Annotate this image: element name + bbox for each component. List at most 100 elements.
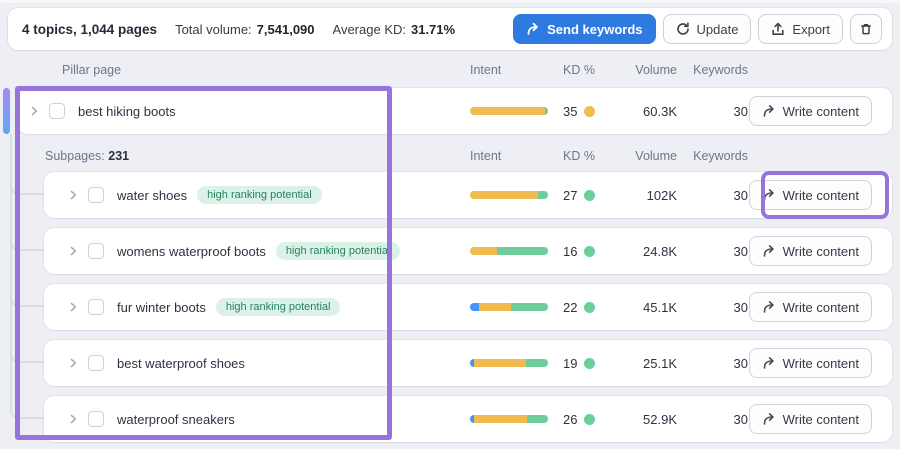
row-checkbox[interactable]: [88, 243, 104, 259]
subpages-header-band: Subpages: 231 Intent KD % Volume Keyword…: [8, 142, 892, 170]
table-row[interactable]: fur winter boots high ranking potential …: [44, 284, 892, 330]
subpages-count: 231: [108, 149, 129, 163]
topic-name: water shoes: [117, 188, 187, 203]
col-header-kd: KD %: [563, 63, 615, 77]
keywords-value: 30: [677, 412, 748, 427]
col-header-intent: Intent: [470, 149, 563, 163]
tree-connector-branch: [10, 233, 44, 251]
keywords-value: 30: [677, 188, 748, 203]
col-header-keywords: Keywords: [677, 149, 748, 163]
intent-bar: [470, 415, 548, 423]
volume-value: 45.1K: [615, 300, 677, 315]
keywords-value: 30: [677, 244, 748, 259]
write-content-button[interactable]: Write content: [749, 404, 872, 434]
send-keywords-button[interactable]: Send keywords: [513, 14, 655, 44]
update-button[interactable]: Update: [663, 14, 752, 44]
col-header-kd: KD %: [563, 149, 615, 163]
chevron-right-icon[interactable]: [26, 105, 42, 117]
subpages-label: Subpages: 231: [8, 149, 470, 163]
topic-name: best waterproof shoes: [117, 356, 245, 371]
write-arrow-icon: [762, 244, 776, 258]
table-row[interactable]: womens waterproof boots high ranking pot…: [44, 228, 892, 274]
toolbar-stats: 4 topics, 1,044 pages Total volume: 7,54…: [22, 22, 455, 37]
keywords-value: 30: [677, 104, 748, 119]
volume-value: 52.9K: [615, 412, 677, 427]
chevron-right-icon[interactable]: [65, 413, 81, 425]
topics-pages-summary: 4 topics, 1,044 pages: [22, 22, 157, 37]
trash-icon: [859, 22, 873, 36]
topic-name: fur winter boots: [117, 300, 206, 315]
intent-bar: [470, 359, 548, 367]
write-content-button[interactable]: Write content: [749, 236, 872, 266]
write-arrow-icon: [762, 104, 776, 118]
topic-name: waterproof sneakers: [117, 412, 235, 427]
volume-value: 25.1K: [615, 356, 677, 371]
kd-dot: [584, 414, 595, 425]
kd-dot: [584, 246, 595, 257]
total-volume-label: Total volume:: [175, 22, 252, 37]
tree-connector-trunk: [10, 134, 12, 401]
kd-value: 35: [563, 104, 577, 119]
ranking-badge: high ranking potential: [216, 298, 341, 316]
keywords-value: 30: [677, 300, 748, 315]
average-kd-stat: Average KD: 31.71%: [333, 22, 456, 37]
table-row[interactable]: water shoes high ranking potential 27 10…: [44, 172, 892, 218]
top-edge-strip: [0, 0, 900, 3]
kd-value: 16: [563, 244, 577, 259]
keywords-value: 30: [677, 356, 748, 371]
tree-connector-branch: [10, 401, 44, 419]
column-header-band: Pillar page Intent KD % Volume Keywords: [8, 55, 892, 85]
send-arrow-icon: [526, 22, 540, 36]
intent-bar: [470, 247, 548, 255]
average-kd-value: 31.71%: [411, 22, 455, 37]
kd-dot: [584, 302, 595, 313]
ranking-badge: high ranking potential: [197, 186, 322, 204]
chevron-right-icon[interactable]: [65, 189, 81, 201]
volume-value: 60.3K: [615, 104, 677, 119]
export-button[interactable]: Export: [758, 14, 843, 44]
kd-dot: [584, 190, 595, 201]
kd-value: 26: [563, 412, 577, 427]
topic-name: womens waterproof boots: [117, 244, 266, 259]
write-arrow-icon: [762, 188, 776, 202]
delete-button[interactable]: [850, 14, 882, 44]
intent-bar: [470, 191, 548, 199]
average-kd-label: Average KD:: [333, 22, 406, 37]
row-checkbox[interactable]: [88, 299, 104, 315]
volume-value: 102K: [615, 188, 677, 203]
ranking-badge: high ranking potential: [276, 242, 401, 260]
row-checkbox[interactable]: [88, 411, 104, 427]
chevron-right-icon[interactable]: [65, 357, 81, 369]
write-content-button[interactable]: Write content: [749, 180, 872, 210]
kd-dot: [584, 106, 595, 117]
write-content-button[interactable]: Write content: [749, 96, 872, 126]
tree-connector-branch: [10, 289, 44, 307]
write-arrow-icon: [762, 300, 776, 314]
chevron-right-icon[interactable]: [65, 301, 81, 313]
row-checkbox[interactable]: [88, 355, 104, 371]
kd-value: 27: [563, 188, 577, 203]
row-checkbox[interactable]: [49, 103, 65, 119]
tree-connector-branch: [10, 345, 44, 363]
write-content-button[interactable]: Write content: [749, 348, 872, 378]
total-volume-stat: Total volume: 7,541,090: [175, 22, 314, 37]
row-checkbox[interactable]: [88, 187, 104, 203]
export-icon: [771, 22, 785, 36]
write-content-button[interactable]: Write content: [749, 292, 872, 322]
volume-value: 24.8K: [615, 244, 677, 259]
intent-bar: [470, 303, 548, 311]
kd-dot: [584, 358, 595, 369]
col-header-volume: Volume: [615, 149, 677, 163]
table-row[interactable]: best hiking boots 35 60.3K 30 Write cont…: [18, 88, 892, 134]
chevron-right-icon[interactable]: [65, 245, 81, 257]
table-row[interactable]: waterproof sneakers 26 52.9K 30 Write co…: [44, 396, 892, 442]
table-row[interactable]: best waterproof shoes 19 25.1K 30 Write …: [44, 340, 892, 386]
toolbar: 4 topics, 1,044 pages Total volume: 7,54…: [8, 8, 892, 50]
topic-name: best hiking boots: [78, 104, 176, 119]
selected-row-indicator: [3, 88, 10, 134]
toolbar-actions: Send keywords Update Export: [513, 14, 882, 44]
refresh-icon: [676, 22, 690, 36]
kd-value: 22: [563, 300, 577, 315]
col-header-pillar-page: Pillar page: [8, 63, 470, 77]
tree-connector-branch: [10, 177, 44, 195]
